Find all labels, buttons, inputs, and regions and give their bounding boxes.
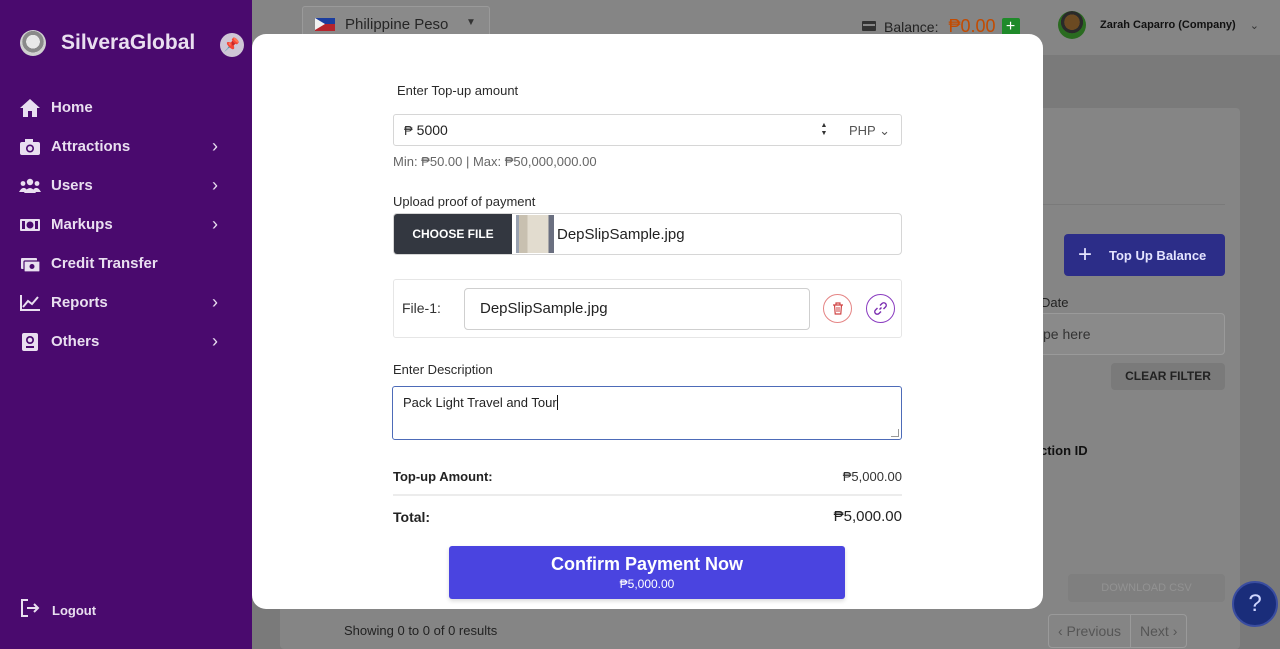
next-page-button[interactable]: Next ›: [1131, 615, 1186, 647]
confirm-payment-amount: ₱5,000.00: [619, 577, 675, 591]
add-balance-button[interactable]: +: [1001, 17, 1020, 36]
description-textarea[interactable]: Pack Light Travel and Tour: [392, 386, 902, 440]
caret-down-icon: ▼: [466, 17, 476, 28]
pin-icon[interactable]: 📌: [220, 33, 244, 57]
sidebar: SilveraGlobal 📌 Home Attractions › Users…: [0, 0, 252, 649]
amount-value: 5000: [416, 122, 448, 138]
plus-icon: +: [1078, 241, 1093, 268]
peso-sign: ₱: [404, 122, 413, 138]
amount-input[interactable]: ₱ 5000 ▲ ▼ PHP ⌄: [393, 114, 902, 146]
topup-amount-value: ₱5,000.00: [842, 469, 902, 484]
sidebar-item-markups[interactable]: Markups ›: [0, 205, 252, 244]
sidebar-item-credit-transfer[interactable]: Credit Transfer: [0, 244, 252, 283]
top-up-balance-button[interactable]: + Top Up Balance: [1064, 234, 1225, 276]
amount-hint: Min: ₱50.00 | Max: ₱50,000,000.00: [393, 154, 597, 169]
confirm-payment-title: Confirm Payment Now: [550, 554, 744, 574]
date-label: Date: [1041, 295, 1069, 310]
philippines-flag-icon: [315, 17, 335, 31]
currency-label: Philippine Peso: [345, 15, 449, 33]
download-csv-button[interactable]: DOWNLOAD CSV: [1068, 574, 1225, 602]
column-header-transaction-id: ction ID: [1040, 443, 1088, 458]
avatar: [1058, 11, 1086, 39]
sidebar-item-reports[interactable]: Reports ›: [0, 283, 252, 322]
date-input[interactable]: pe here: [1030, 313, 1225, 355]
choose-file-button[interactable]: CHOOSE FILE: [394, 214, 512, 254]
transfer-icon: [18, 253, 42, 275]
file-thumbnail: [516, 215, 554, 253]
balance-label: Balance:: [884, 18, 939, 35]
logout-icon: [20, 598, 40, 623]
sidebar-item-label: Attractions: [51, 138, 131, 155]
sidebar-item-label: Credit Transfer: [51, 255, 158, 272]
sidebar-item-attractions[interactable]: Attractions ›: [0, 127, 252, 166]
file-name-field[interactable]: DepSlipSample.jpg: [464, 288, 810, 330]
sidebar-item-home[interactable]: Home: [0, 88, 252, 127]
pagination: ‹ Previous Next ›: [1048, 614, 1188, 648]
description-label: Enter Description: [393, 362, 493, 377]
delete-file-button[interactable]: [823, 294, 852, 323]
file-row-label: File-1:: [402, 300, 441, 316]
chevron-right-icon: ›: [212, 136, 218, 156]
sidebar-item-label: Others: [51, 333, 100, 350]
sidebar-item-others[interactable]: Others ›: [0, 322, 252, 361]
top-up-balance-label: Top Up Balance: [1109, 247, 1207, 263]
resize-handle[interactable]: [891, 429, 899, 437]
currency-code-select[interactable]: PHP ⌄: [849, 123, 890, 139]
chevron-down-icon: ⌄: [1249, 19, 1259, 32]
sidebar-nav: Home Attractions › Users › Markups › Cre…: [0, 88, 252, 361]
divider: [1040, 204, 1225, 205]
help-button[interactable]: ?: [1232, 581, 1278, 627]
brand-name: SilveraGlobal: [61, 31, 196, 54]
money-icon: [18, 214, 42, 236]
sidebar-item-label: Reports: [51, 294, 108, 311]
number-spinner[interactable]: ▲ ▼: [819, 122, 829, 138]
user-name: Zarah Caparro (Company): [1100, 19, 1236, 31]
chevron-right-icon: ›: [212, 214, 218, 234]
file-upload-field[interactable]: CHOOSE FILE DepSlipSample.jpg: [393, 213, 902, 255]
sidebar-item-users[interactable]: Users ›: [0, 166, 252, 205]
top-up-modal: Enter Top-up amount ₱ 5000 ▲ ▼ PHP ⌄ Min:…: [252, 34, 1043, 609]
results-summary: Showing 0 to 0 of 0 results: [344, 623, 498, 638]
chosen-file-name: DepSlipSample.jpg: [557, 225, 685, 243]
sidebar-item-label: Users: [51, 177, 93, 194]
camera-icon: [18, 136, 42, 158]
upload-label: Upload proof of payment: [393, 194, 536, 209]
confirm-payment-button[interactable]: Confirm Payment Now ₱5,000.00: [449, 546, 845, 599]
wallet-icon: [862, 18, 876, 36]
link-icon: [874, 302, 887, 315]
description-text: Pack Light Travel and Tour: [403, 395, 557, 410]
chevron-right-icon: ›: [212, 292, 218, 312]
logout-label: Logout: [52, 603, 97, 618]
chevron-right-icon: ›: [212, 175, 218, 195]
sidebar-item-label: Markups: [51, 216, 113, 233]
brand[interactable]: SilveraGlobal: [20, 30, 195, 56]
passport-icon: [18, 331, 42, 353]
help-icon: ?: [1248, 590, 1262, 617]
total-row: Total: ₱5,000.00: [393, 508, 902, 525]
topup-amount-label: Top-up Amount:: [393, 469, 493, 484]
total-label: Total:: [393, 508, 431, 525]
uploaded-file-row: File-1: DepSlipSample.jpg: [393, 279, 902, 338]
users-icon: [18, 175, 42, 197]
trash-icon: [832, 302, 843, 315]
chevron-right-icon: ›: [212, 331, 218, 351]
text-cursor: [556, 395, 558, 410]
topup-amount-row: Top-up Amount: ₱5,000.00: [393, 469, 902, 484]
home-icon: [18, 97, 42, 119]
clear-filter-button[interactable]: CLEAR FILTER: [1111, 363, 1225, 390]
amount-label: Enter Top-up amount: [397, 83, 519, 98]
summary-divider: [393, 494, 902, 496]
chart-icon: [18, 292, 42, 314]
previous-page-button[interactable]: ‹ Previous: [1049, 615, 1132, 647]
total-value: ₱5,000.00: [833, 508, 902, 525]
logout-button[interactable]: Logout: [20, 598, 96, 623]
view-file-link-button[interactable]: [866, 294, 895, 323]
user-menu[interactable]: Zarah Caparro (Company) ⌄: [1058, 11, 1259, 39]
brand-logo: [20, 30, 46, 56]
sidebar-item-label: Home: [51, 99, 93, 116]
